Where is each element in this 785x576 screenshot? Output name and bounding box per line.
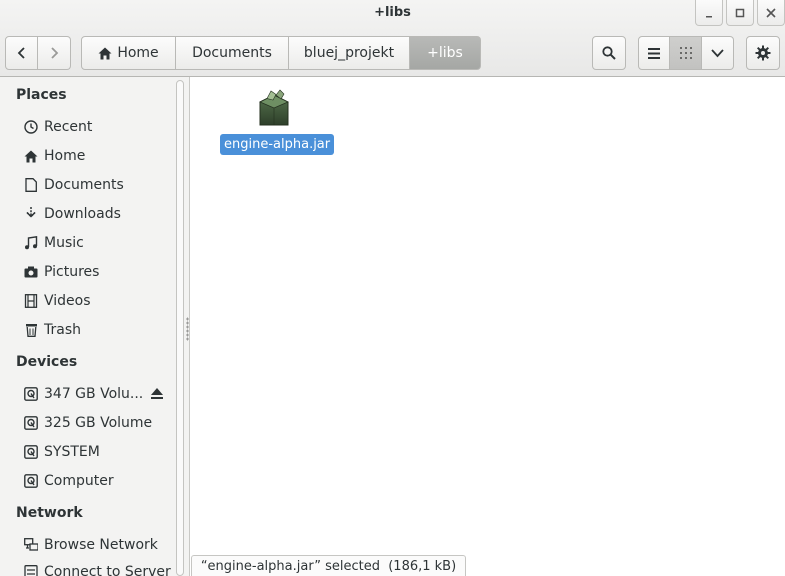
sidebar-item-325gb-volume[interactable]: 325 GB Volume <box>24 411 174 435</box>
music-icon <box>25 236 38 250</box>
trash-icon <box>25 324 37 337</box>
maximize-button[interactable] <box>726 0 754 26</box>
header-bar: +libs Home Documents bluej_projekt +libs <box>0 0 785 77</box>
sidebar-item-label: Home <box>44 148 86 164</box>
drive-icon <box>24 387 38 401</box>
chevron-down-icon <box>711 49 724 58</box>
sidebar-item-label: Downloads <box>44 206 121 222</box>
search-icon <box>602 46 616 60</box>
breadcrumb-documents[interactable]: Documents <box>176 36 289 70</box>
sidebar-item-pictures[interactable]: Pictures <box>24 260 174 284</box>
chevron-left-icon <box>17 47 25 59</box>
sidebar-item-documents[interactable]: Documents <box>24 173 174 197</box>
sidebar-item-label: Pictures <box>44 264 100 280</box>
drive-icon <box>24 474 38 488</box>
sidebar-scrollbar[interactable] <box>176 80 184 576</box>
sidebar-item-label: Music <box>44 235 84 251</box>
breadcrumb: Home Documents bluej_projekt +libs <box>81 36 481 70</box>
window-controls <box>695 0 785 26</box>
drive-icon <box>24 416 38 430</box>
breadcrumb-label: +libs <box>427 45 463 61</box>
sidebar-item-label: Connect to Server <box>44 564 171 576</box>
forward-button[interactable] <box>38 36 71 70</box>
sidebar-item-connect-to-server[interactable]: Connect to Server <box>24 560 174 576</box>
view-options-button[interactable] <box>702 36 734 70</box>
sidebar-item-label: Computer <box>44 473 114 489</box>
grid-view-button[interactable] <box>670 36 702 70</box>
sidebar-item-label: Recent <box>44 119 93 135</box>
section-title-places: Places <box>16 87 67 103</box>
breadcrumb-bluej-projekt[interactable]: bluej_projekt <box>289 36 410 70</box>
camera-icon <box>24 266 38 278</box>
minimize-button[interactable] <box>695 0 723 26</box>
sidebar-item-music[interactable]: Music <box>24 231 174 255</box>
grid-view-icon <box>679 47 692 59</box>
sidebar-item-home[interactable]: Home <box>24 144 174 168</box>
sidebar-item-recent[interactable]: Recent <box>24 115 174 139</box>
breadcrumb-home[interactable]: Home <box>81 36 176 70</box>
status-text: “engine-alpha.jar” selected (186,1 kB) <box>200 558 457 574</box>
home-icon <box>24 150 38 162</box>
network-icon <box>24 538 38 551</box>
settings-button[interactable] <box>746 36 780 70</box>
breadcrumb-libs[interactable]: +libs <box>410 36 481 70</box>
view-switcher <box>638 36 734 70</box>
chevron-right-icon <box>51 47 59 59</box>
section-title-network: Network <box>16 505 83 521</box>
breadcrumb-label: Home <box>117 45 159 61</box>
minimize-icon <box>706 15 712 17</box>
list-view-icon <box>648 47 660 59</box>
sidebar-item-label: 325 GB Volume <box>44 415 153 431</box>
sidebar-item-videos[interactable]: Videos <box>24 289 174 313</box>
eject-icon[interactable] <box>150 387 164 401</box>
breadcrumb-label: bluej_projekt <box>303 45 395 61</box>
breadcrumb-label: Documents <box>192 45 272 61</box>
sidebar-item-system[interactable]: SYSTEM <box>24 440 174 464</box>
download-icon <box>26 207 36 218</box>
sidebar-item-label: Trash <box>44 322 81 338</box>
close-icon <box>766 7 776 18</box>
maximize-icon <box>735 8 745 17</box>
server-icon <box>24 565 38 576</box>
document-icon <box>25 178 37 192</box>
sidebar-item-browse-network[interactable]: Browse Network <box>24 533 174 557</box>
search-button[interactable] <box>592 36 626 70</box>
section-title-devices: Devices <box>16 354 78 370</box>
sidebar-item-label: SYSTEM <box>44 444 100 460</box>
status-bar: “engine-alpha.jar” selected (186,1 kB) <box>191 555 466 576</box>
clock-icon <box>24 120 38 134</box>
close-button[interactable] <box>757 0 785 26</box>
home-icon <box>98 47 112 59</box>
sidebar-item-computer[interactable]: Computer <box>24 469 174 493</box>
list-view-button[interactable] <box>638 36 670 70</box>
file-name: engine-alpha.jar <box>220 134 335 155</box>
back-button[interactable] <box>5 36 38 70</box>
sidebar-item-label: Browse Network <box>44 537 158 553</box>
drive-icon <box>24 445 38 459</box>
pane-resize-handle[interactable] <box>186 317 189 341</box>
sidebar-item-label: Videos <box>44 293 91 309</box>
window-title: +libs <box>374 5 411 20</box>
sidebar-item-label: Documents <box>44 177 124 193</box>
film-icon <box>24 294 38 308</box>
sidebar-item-trash[interactable]: Trash <box>24 318 174 342</box>
sidebar-item-label: 347 GB Volu... <box>44 386 144 402</box>
file-view[interactable]: engine-alpha.jar <box>191 77 785 576</box>
navigation-buttons <box>5 36 71 70</box>
sidebar-item-downloads[interactable]: Downloads <box>24 202 174 226</box>
jar-package-icon <box>259 89 289 126</box>
gear-icon <box>755 45 771 61</box>
sidebar: Places Recent Home Documents Downloads M… <box>0 77 190 576</box>
